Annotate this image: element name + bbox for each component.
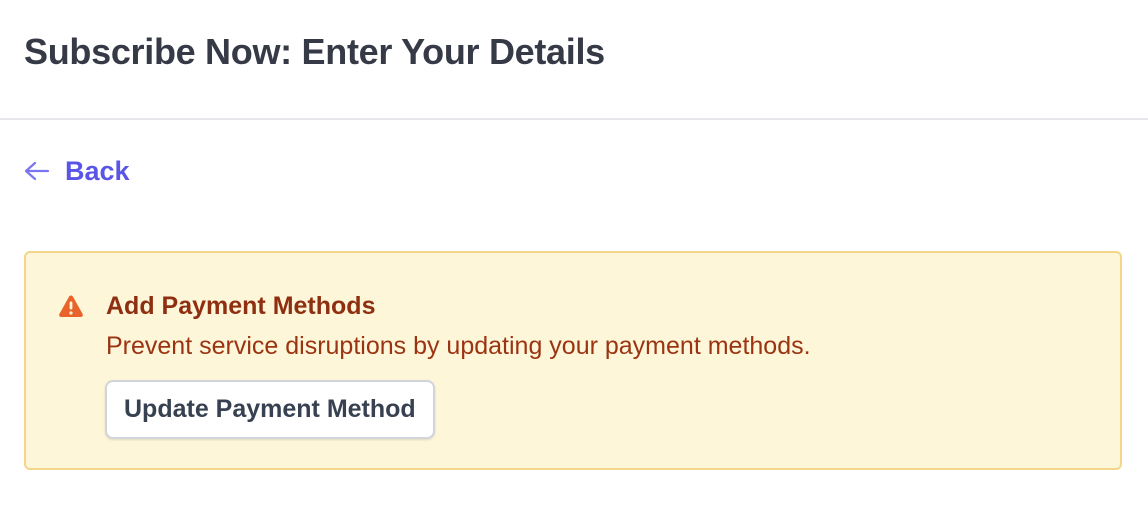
page-title: Subscribe Now: Enter Your Details: [24, 31, 605, 72]
payment-alert: Add Payment Methods Prevent service disr…: [24, 251, 1122, 470]
alert-message: Prevent service disruptions by updating …: [106, 332, 811, 360]
back-label: Back: [65, 156, 130, 186]
back-link[interactable]: Back: [24, 153, 130, 189]
update-payment-method-button[interactable]: Update Payment Method: [105, 380, 435, 439]
page-header: Subscribe Now: Enter Your Details: [0, 0, 1148, 120]
arrow-left-icon: [24, 161, 50, 181]
alert-title: Add Payment Methods: [106, 292, 376, 320]
warning-triangle-icon: [58, 294, 84, 318]
